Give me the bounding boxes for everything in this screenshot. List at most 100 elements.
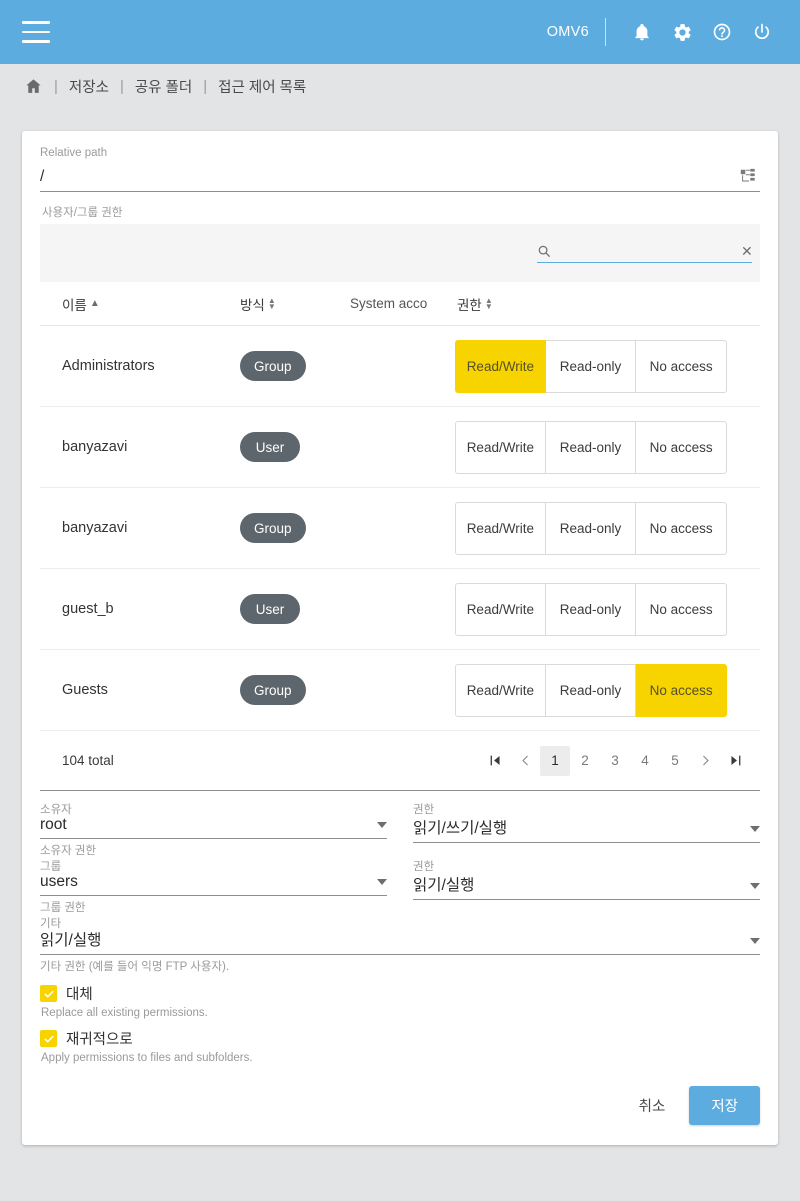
breadcrumb: | 저장소 | 공유 폴더 | 접근 제어 목록 — [0, 64, 800, 108]
breadcrumb-item-storage[interactable]: 저장소 — [69, 76, 109, 97]
relative-path-value[interactable]: / — [40, 168, 736, 191]
acl-toolbar: ✕ — [40, 224, 760, 282]
relative-path-label: Relative path — [40, 147, 108, 159]
chevron-down-icon[interactable] — [377, 822, 387, 828]
permission-option-read-only[interactable]: Read-only — [545, 663, 637, 717]
group-permission-value: 읽기/실행 — [413, 877, 475, 894]
permission-option-no-access[interactable]: No access — [636, 501, 728, 555]
recursive-label: 재귀적으로 — [66, 1032, 133, 1048]
replace-label: 대체 — [66, 987, 93, 1003]
owner-permission-value: 읽기/쓰기/실행 — [413, 820, 508, 837]
breadcrumb-item-shared-folders[interactable]: 공유 폴더 — [135, 76, 192, 97]
owner-permission-label: 권한 — [413, 804, 435, 816]
chevron-left-icon[interactable] — [510, 746, 540, 776]
owner-perm-field-wrap: 권한 읽기/쓰기/실행 — [413, 801, 760, 858]
group-select[interactable]: 그룹 users — [40, 858, 387, 896]
search-icon — [537, 244, 551, 258]
home-icon[interactable] — [24, 77, 43, 96]
replace-checkbox-row[interactable]: 대체 — [40, 983, 760, 1004]
row-name: Guests — [62, 682, 108, 698]
search-box[interactable]: ✕ — [537, 243, 755, 263]
column-header-permission-label: 권한 — [457, 297, 482, 313]
other-permission-select[interactable]: 기타 읽기/실행 — [40, 915, 760, 955]
permission-option-read-write[interactable]: Read/Write — [455, 339, 546, 393]
permission-option-no-access[interactable]: No access — [636, 582, 728, 636]
power-icon[interactable] — [742, 12, 782, 52]
owner-select[interactable]: 소유자 root — [40, 801, 387, 839]
table-row[interactable]: guest_b User Read/Write Read-only No acc… — [40, 569, 760, 650]
relative-path-field[interactable]: Relative path / — [40, 147, 760, 192]
chevron-right-icon[interactable] — [690, 746, 720, 776]
chevron-down-icon[interactable] — [750, 938, 760, 944]
group-permission-select[interactable]: 권한 읽기/실행 — [413, 858, 760, 900]
bell-icon[interactable] — [622, 12, 662, 52]
page-5-button[interactable]: 5 — [660, 746, 690, 776]
other-label: 기타 — [40, 918, 62, 930]
type-chip: Group — [240, 351, 306, 381]
row-permission: Read/Write Read-only No access — [455, 339, 760, 393]
row-type: User — [240, 594, 350, 624]
cancel-button[interactable]: 취소 — [623, 1087, 682, 1124]
permission-option-read-write[interactable]: Read/Write — [455, 663, 546, 717]
acl-form-card: Relative path / 사용자/그룹 권한 ✕ 이름 ▲ 방식 ▲ ▼ … — [22, 131, 778, 1145]
breadcrumb-separator: | — [54, 77, 58, 95]
breadcrumb-separator: | — [119, 77, 124, 95]
permission-option-read-write[interactable]: Read/Write — [455, 582, 546, 636]
permission-option-read-write[interactable]: Read/Write — [455, 420, 546, 474]
chevron-down-icon[interactable] — [750, 826, 760, 832]
tree-view-icon[interactable] — [736, 165, 760, 189]
sort-none-icon: ▲ ▼ — [267, 295, 276, 311]
recursive-checkbox-row[interactable]: 재귀적으로 — [40, 1028, 760, 1049]
column-header-permission[interactable]: 권한 ▲ ▼ — [455, 294, 760, 314]
search-input[interactable] — [557, 243, 733, 259]
permission-option-no-access[interactable]: No access — [636, 420, 728, 474]
page-2-button[interactable]: 2 — [570, 746, 600, 776]
page-4-button[interactable]: 4 — [630, 746, 660, 776]
recursive-checkbox[interactable] — [40, 1030, 57, 1047]
table-row[interactable]: Guests Group Read/Write Read-only No acc… — [40, 650, 760, 731]
chevron-down-icon[interactable] — [750, 883, 760, 889]
save-button[interactable]: 저장 — [689, 1086, 760, 1125]
page-3-button[interactable]: 3 — [600, 746, 630, 776]
group-value: users — [40, 873, 78, 890]
row-permission: Read/Write Read-only No access — [455, 501, 760, 555]
row-permission: Read/Write Read-only No access — [455, 582, 760, 636]
first-page-icon[interactable] — [480, 746, 510, 776]
chevron-down-icon[interactable] — [377, 879, 387, 885]
last-page-icon[interactable] — [720, 746, 750, 776]
acl-table: 이름 ▲ 방식 ▲ ▼ System acco 권한 ▲ ▼ Administrat… — [40, 282, 760, 791]
permission-option-read-only[interactable]: Read-only — [545, 501, 637, 555]
column-header-name[interactable]: 이름 ▲ — [40, 294, 240, 314]
table-row[interactable]: banyazavi User Read/Write Read-only No a… — [40, 407, 760, 488]
owner-permission-select[interactable]: 권한 읽기/쓰기/실행 — [413, 801, 760, 843]
help-icon[interactable] — [702, 12, 742, 52]
table-row[interactable]: banyazavi Group Read/Write Read-only No … — [40, 488, 760, 569]
column-header-system-account[interactable]: System acco — [350, 296, 455, 311]
pagination-total: 104 total — [62, 753, 114, 768]
replace-checkbox[interactable] — [40, 985, 57, 1002]
hamburger-menu-icon[interactable] — [22, 21, 50, 43]
group-row: 그룹 users 그룹 권한 권한 읽기/실행 — [40, 858, 760, 915]
table-row[interactable]: Administrators Group Read/Write Read-onl… — [40, 326, 760, 407]
row-permission: Read/Write Read-only No access — [455, 663, 760, 717]
recursive-description: Apply permissions to files and subfolder… — [41, 1052, 253, 1064]
permission-option-read-only[interactable]: Read-only — [545, 420, 637, 474]
row-type: Group — [240, 513, 350, 543]
row-name: banyazavi — [62, 439, 128, 455]
permission-option-read-write[interactable]: Read/Write — [455, 501, 546, 555]
permission-option-read-only[interactable]: Read-only — [545, 339, 637, 393]
page-1-button[interactable]: 1 — [540, 745, 570, 776]
sort-asc-icon: ▲ — [89, 297, 100, 309]
permission-option-no-access[interactable]: No access — [636, 339, 728, 393]
gear-icon[interactable] — [662, 12, 702, 52]
close-icon[interactable]: ✕ — [739, 244, 755, 258]
permission-option-read-only[interactable]: Read-only — [545, 582, 637, 636]
permission-option-no-access[interactable]: No access — [636, 663, 728, 717]
breadcrumb-item-acl[interactable]: 접근 제어 목록 — [218, 76, 306, 97]
column-header-type[interactable]: 방식 ▲ ▼ — [240, 294, 350, 314]
app-bar: OMV6 — [0, 0, 800, 64]
pagination: 104 total 1 2 3 4 5 — [40, 731, 760, 791]
replace-description: Replace all existing permissions. — [41, 1007, 208, 1019]
owner-value: root — [40, 816, 67, 833]
row-name: guest_b — [62, 601, 114, 617]
